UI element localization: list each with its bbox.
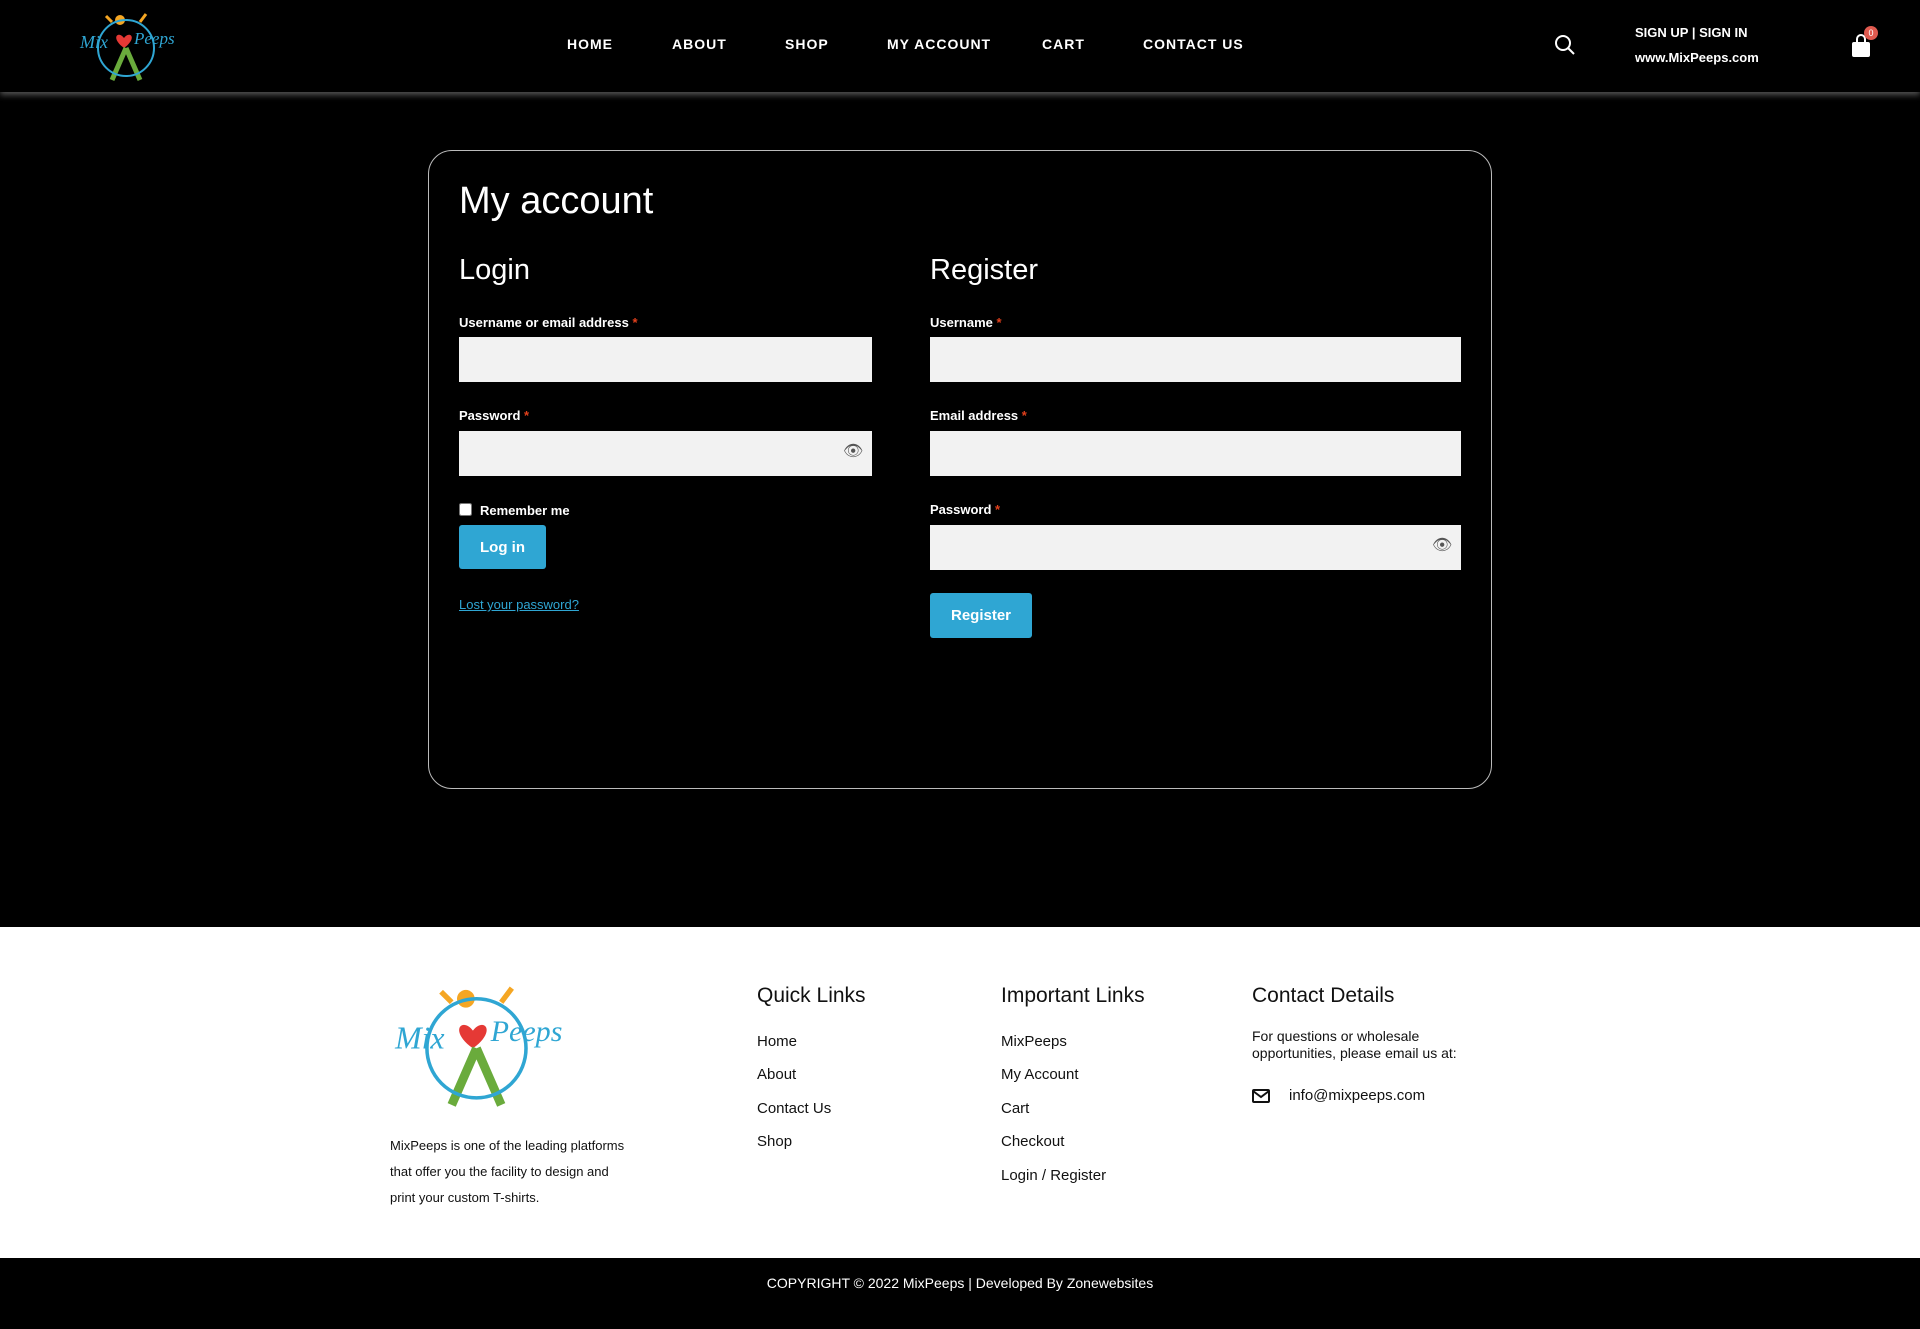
footer-link-shop[interactable]: Shop xyxy=(757,1133,792,1150)
label-text: Email address xyxy=(930,408,1019,423)
contact-line: opportunities, please email us at: xyxy=(1252,1045,1457,1061)
page-title: My account xyxy=(459,180,654,222)
register-heading: Register xyxy=(930,254,1038,286)
contact-text: For questions or wholesale opportunities… xyxy=(1252,1028,1457,1062)
site-logo[interactable]: Mix Peeps xyxy=(76,8,180,82)
show-password-eye-icon[interactable]: 👁 xyxy=(843,441,863,461)
footer-link-mixpeeps[interactable]: MixPeeps xyxy=(1001,1033,1067,1050)
svg-text:Peeps: Peeps xyxy=(133,29,175,48)
nav-contact-us[interactable]: CONTACT US xyxy=(1143,36,1244,52)
label-text: Username or email address xyxy=(459,315,629,330)
register-username-input[interactable] xyxy=(930,337,1461,382)
contact-heading: Contact Details xyxy=(1252,984,1395,1007)
label-text: Password xyxy=(459,408,521,423)
login-username-label: Username or email address * xyxy=(459,315,638,330)
login-password-label: Password * xyxy=(459,408,529,423)
show-password-eye-icon[interactable]: 👁 xyxy=(1432,535,1452,555)
required-mark: * xyxy=(1021,408,1027,423)
remember-me-label: Remember me xyxy=(480,503,570,518)
svg-text:Mix: Mix xyxy=(79,32,108,52)
footer-link-login-register[interactable]: Login / Register xyxy=(1001,1167,1106,1184)
nav-home[interactable]: HOME xyxy=(567,36,613,52)
remember-me-checkbox[interactable] xyxy=(459,503,472,516)
login-username-input[interactable] xyxy=(459,337,872,382)
footer-link-about[interactable]: About xyxy=(757,1066,796,1083)
lost-password-link[interactable]: Lost your password? xyxy=(459,597,579,612)
footer-link-my-account[interactable]: My Account xyxy=(1001,1066,1079,1083)
site-footer: Mix Peeps MixPeeps is one of the leading… xyxy=(0,927,1920,1258)
cart-count-badge: 0 xyxy=(1864,26,1878,40)
login-heading: Login xyxy=(459,254,530,286)
required-mark: * xyxy=(996,315,1002,330)
copyright-bar: COPYRIGHT © 2022 MixPeeps | Developed By… xyxy=(0,1258,1920,1329)
footer-link-cart[interactable]: Cart xyxy=(1001,1100,1029,1117)
svg-text:Mix: Mix xyxy=(394,1020,444,1055)
about-line: MixPeeps is one of the leading platforms xyxy=(390,1138,625,1153)
about-line: print your custom T-shirts. xyxy=(390,1190,540,1205)
required-mark: * xyxy=(995,502,1001,517)
contact-email-link[interactable]: info@mixpeeps.com xyxy=(1289,1087,1425,1104)
quick-links-heading: Quick Links xyxy=(757,984,866,1007)
label-text: Username xyxy=(930,315,993,330)
required-mark: * xyxy=(632,315,638,330)
footer-link-checkout[interactable]: Checkout xyxy=(1001,1133,1064,1150)
register-password-input[interactable] xyxy=(930,525,1461,570)
cart-button[interactable]: 0 xyxy=(1851,26,1878,58)
nav-cart[interactable]: CART xyxy=(1042,36,1085,52)
login-password-input[interactable] xyxy=(459,431,872,476)
signup-signin-link[interactable]: SIGN UP | SIGN IN xyxy=(1635,25,1747,40)
register-email-label: Email address * xyxy=(930,408,1027,423)
register-button[interactable]: Register xyxy=(930,593,1032,638)
footer-logo: Mix Peeps xyxy=(394,986,563,1107)
site-header: Mix Peeps HOME ABOUT SHOP MY ACCOUNT CAR… xyxy=(0,0,1920,92)
svg-text:Peeps: Peeps xyxy=(490,1014,563,1048)
about-line: that offer you the facility to design an… xyxy=(390,1164,609,1179)
label-text: Password xyxy=(930,502,992,517)
footer-link-contact-us[interactable]: Contact Us xyxy=(757,1100,831,1117)
search-icon[interactable] xyxy=(1554,34,1576,56)
envelope-icon xyxy=(1252,1089,1270,1103)
important-links-heading: Important Links xyxy=(1001,984,1145,1007)
register-password-label: Password * xyxy=(930,502,1000,517)
register-username-label: Username * xyxy=(930,315,1002,330)
nav-about[interactable]: ABOUT xyxy=(672,36,727,52)
login-button[interactable]: Log in xyxy=(459,525,546,569)
register-email-input[interactable] xyxy=(930,431,1461,476)
nav-my-account[interactable]: MY ACCOUNT xyxy=(887,36,991,52)
site-url-link[interactable]: www.MixPeeps.com xyxy=(1635,50,1759,65)
contact-line: For questions or wholesale xyxy=(1252,1028,1420,1044)
copyright-text: COPYRIGHT © 2022 MixPeeps | Developed By… xyxy=(766,1275,1154,1291)
required-mark: * xyxy=(524,408,530,423)
nav-shop[interactable]: SHOP xyxy=(785,36,829,52)
footer-about-text: MixPeeps is one of the leading platforms… xyxy=(390,1133,624,1211)
footer-link-home[interactable]: Home xyxy=(757,1033,797,1050)
